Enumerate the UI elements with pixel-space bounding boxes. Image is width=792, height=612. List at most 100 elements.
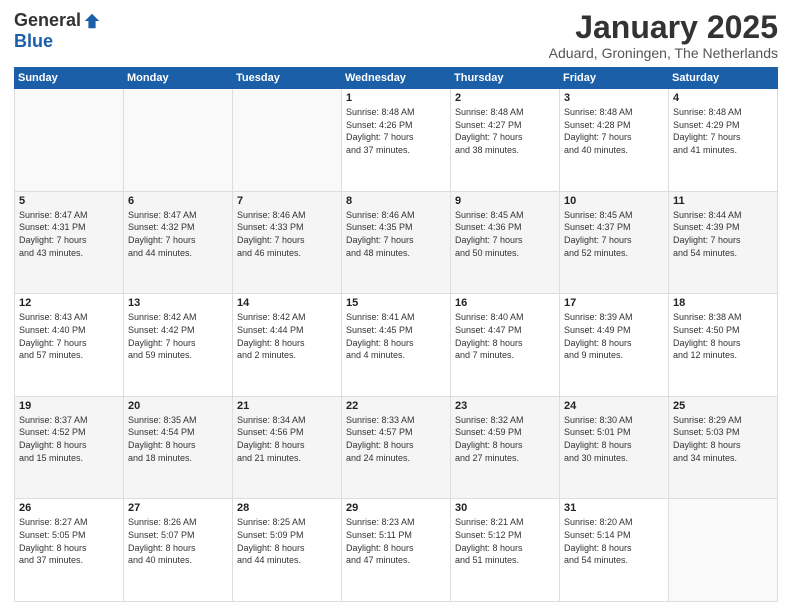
day-info: Sunrise: 8:48 AM Sunset: 4:28 PM Dayligh…	[564, 106, 664, 156]
day-number: 16	[455, 297, 555, 309]
calendar-week-row: 19 Sunrise: 8:37 AM Sunset: 4:52 PM Dayli…	[15, 396, 778, 499]
table-row: 26Sunrise: 8:27 AM Sunset: 5:05 PM Dayli…	[15, 499, 124, 602]
table-row: 4Sunrise: 8:48 AM Sunset: 4:29 PM Daylig…	[669, 89, 778, 192]
col-friday: Friday	[560, 68, 669, 89]
table-row: 8Sunrise: 8:46 AM Sunset: 4:35 PM Daylig…	[342, 191, 451, 294]
day-number: 10	[564, 195, 664, 207]
day-info: Sunrise: 8:37 AM Sunset: 4:52 PM Dayligh…	[19, 414, 119, 464]
day-info: Sunrise: 8:39 AM Sunset: 4:49 PM Dayligh…	[564, 311, 664, 361]
table-row: 21Sunrise: 8:34 AM Sunset: 4:56 PM Dayli…	[233, 396, 342, 499]
table-row: 11 Sunrise: 8:44 AM Sunset: 4:39 PM Dayli…	[669, 191, 778, 294]
table-row: 7 Sunrise: 8:46 AM Sunset: 4:33 PM Daylig…	[233, 191, 342, 294]
day-info: Sunrise: 8:38 AM Sunset: 4:50 PM Dayligh…	[673, 311, 773, 361]
calendar-week-row: 1 Sunrise: 8:48 AM Sunset: 4:26 PM Daylig…	[15, 89, 778, 192]
day-number: 25	[673, 400, 773, 412]
table-row: 22 Sunrise: 8:33 AM Sunset: 4:57 PM Dayli…	[342, 396, 451, 499]
table-row: 15 Sunrise: 8:41 AM Sunset: 4:45 PM Dayli…	[342, 294, 451, 397]
day-number: 22	[346, 400, 446, 412]
day-info: Sunrise: 8:42 AM Sunset: 4:44 PM Dayligh…	[237, 311, 337, 361]
table-row: 23 Sunrise: 8:32 AM Sunset: 4:59 PM Dayli…	[451, 396, 560, 499]
table-row: 14 Sunrise: 8:42 AM Sunset: 4:44 PM Dayli…	[233, 294, 342, 397]
day-info: Sunrise: 8:48 AM Sunset: 4:26 PM Dayligh…	[346, 106, 446, 156]
table-row: 5 Sunrise: 8:47 AM Sunset: 4:31 PM Daylig…	[15, 191, 124, 294]
day-info: Sunrise: 8:30 AM Sunset: 5:01 PM Dayligh…	[564, 414, 664, 464]
table-row: 9Sunrise: 8:45 AM Sunset: 4:36 PM Daylig…	[451, 191, 560, 294]
table-row: 1 Sunrise: 8:48 AM Sunset: 4:26 PM Daylig…	[342, 89, 451, 192]
day-number: 5	[19, 195, 119, 207]
table-row: 3 Sunrise: 8:48 AM Sunset: 4:28 PM Daylig…	[560, 89, 669, 192]
day-info: Sunrise: 8:46 AM Sunset: 4:33 PM Dayligh…	[237, 209, 337, 259]
col-monday: Monday	[124, 68, 233, 89]
day-info: Sunrise: 8:26 AM Sunset: 5:07 PM Dayligh…	[128, 516, 228, 566]
day-number: 3	[564, 92, 664, 104]
day-info: Sunrise: 8:46 AM Sunset: 4:35 PM Dayligh…	[346, 209, 446, 259]
month-title: January 2025	[549, 10, 778, 45]
day-info: Sunrise: 8:25 AM Sunset: 5:09 PM Dayligh…	[237, 516, 337, 566]
day-info: Sunrise: 8:33 AM Sunset: 4:57 PM Dayligh…	[346, 414, 446, 464]
day-number: 15	[346, 297, 446, 309]
table-row: 24 Sunrise: 8:30 AM Sunset: 5:01 PM Dayli…	[560, 396, 669, 499]
day-info: Sunrise: 8:47 AM Sunset: 4:31 PM Dayligh…	[19, 209, 119, 259]
day-number: 29	[346, 502, 446, 514]
table-row: 30 Sunrise: 8:21 AM Sunset: 5:12 PM Dayli…	[451, 499, 560, 602]
table-row: 29Sunrise: 8:23 AM Sunset: 5:11 PM Dayli…	[342, 499, 451, 602]
col-tuesday: Tuesday	[233, 68, 342, 89]
title-block: January 2025 Aduard, Groningen, The Neth…	[549, 10, 778, 61]
day-number: 23	[455, 400, 555, 412]
logo: General Blue	[14, 10, 101, 52]
calendar: Sunday Monday Tuesday Wednesday Thursday…	[14, 67, 778, 602]
day-info: Sunrise: 8:34 AM Sunset: 4:56 PM Dayligh…	[237, 414, 337, 464]
day-number: 27	[128, 502, 228, 514]
day-number: 24	[564, 400, 664, 412]
day-info: Sunrise: 8:45 AM Sunset: 4:36 PM Dayligh…	[455, 209, 555, 259]
day-number: 4	[673, 92, 773, 104]
table-row: 13 Sunrise: 8:42 AM Sunset: 4:42 PM Dayli…	[124, 294, 233, 397]
day-number: 30	[455, 502, 555, 514]
day-number: 28	[237, 502, 337, 514]
table-row: 12Sunrise: 8:43 AM Sunset: 4:40 PM Dayli…	[15, 294, 124, 397]
day-number: 12	[19, 297, 119, 309]
col-thursday: Thursday	[451, 68, 560, 89]
logo-blue: Blue	[14, 31, 53, 51]
logo-icon	[83, 12, 101, 30]
day-info: Sunrise: 8:44 AM Sunset: 4:39 PM Dayligh…	[673, 209, 773, 259]
day-number: 7	[237, 195, 337, 207]
day-number: 17	[564, 297, 664, 309]
day-info: Sunrise: 8:32 AM Sunset: 4:59 PM Dayligh…	[455, 414, 555, 464]
table-row: 2 Sunrise: 8:48 AM Sunset: 4:27 PM Daylig…	[451, 89, 560, 192]
day-number: 13	[128, 297, 228, 309]
day-info: Sunrise: 8:20 AM Sunset: 5:14 PM Dayligh…	[564, 516, 664, 566]
day-number: 1	[346, 92, 446, 104]
table-row	[669, 499, 778, 602]
table-row: 28 Sunrise: 8:25 AM Sunset: 5:09 PM Dayli…	[233, 499, 342, 602]
table-row: 20Sunrise: 8:35 AM Sunset: 4:54 PM Dayli…	[124, 396, 233, 499]
logo-general: General	[14, 10, 81, 31]
table-row	[124, 89, 233, 192]
table-row	[233, 89, 342, 192]
day-info: Sunrise: 8:45 AM Sunset: 4:37 PM Dayligh…	[564, 209, 664, 259]
day-info: Sunrise: 8:35 AM Sunset: 4:54 PM Dayligh…	[128, 414, 228, 464]
table-row: 16 Sunrise: 8:40 AM Sunset: 4:47 PM Dayli…	[451, 294, 560, 397]
table-row: 19 Sunrise: 8:37 AM Sunset: 4:52 PM Dayli…	[15, 396, 124, 499]
calendar-week-row: 26Sunrise: 8:27 AM Sunset: 5:05 PM Dayli…	[15, 499, 778, 602]
table-row: 31Sunrise: 8:20 AM Sunset: 5:14 PM Dayli…	[560, 499, 669, 602]
day-info: Sunrise: 8:40 AM Sunset: 4:47 PM Dayligh…	[455, 311, 555, 361]
day-info: Sunrise: 8:48 AM Sunset: 4:27 PM Dayligh…	[455, 106, 555, 156]
table-row: 17 Sunrise: 8:39 AM Sunset: 4:49 PM Dayli…	[560, 294, 669, 397]
day-info: Sunrise: 8:41 AM Sunset: 4:45 PM Dayligh…	[346, 311, 446, 361]
table-row: 27 Sunrise: 8:26 AM Sunset: 5:07 PM Dayli…	[124, 499, 233, 602]
calendar-week-row: 12Sunrise: 8:43 AM Sunset: 4:40 PM Dayli…	[15, 294, 778, 397]
calendar-week-row: 5 Sunrise: 8:47 AM Sunset: 4:31 PM Daylig…	[15, 191, 778, 294]
day-number: 14	[237, 297, 337, 309]
day-number: 26	[19, 502, 119, 514]
col-sunday: Sunday	[15, 68, 124, 89]
day-info: Sunrise: 8:42 AM Sunset: 4:42 PM Dayligh…	[128, 311, 228, 361]
day-number: 11	[673, 195, 773, 207]
day-number: 2	[455, 92, 555, 104]
day-info: Sunrise: 8:21 AM Sunset: 5:12 PM Dayligh…	[455, 516, 555, 566]
day-number: 19	[19, 400, 119, 412]
table-row: 6Sunrise: 8:47 AM Sunset: 4:32 PM Daylig…	[124, 191, 233, 294]
page: General Blue January 2025 Aduard, Gronin…	[0, 0, 792, 612]
day-info: Sunrise: 8:47 AM Sunset: 4:32 PM Dayligh…	[128, 209, 228, 259]
day-info: Sunrise: 8:29 AM Sunset: 5:03 PM Dayligh…	[673, 414, 773, 464]
